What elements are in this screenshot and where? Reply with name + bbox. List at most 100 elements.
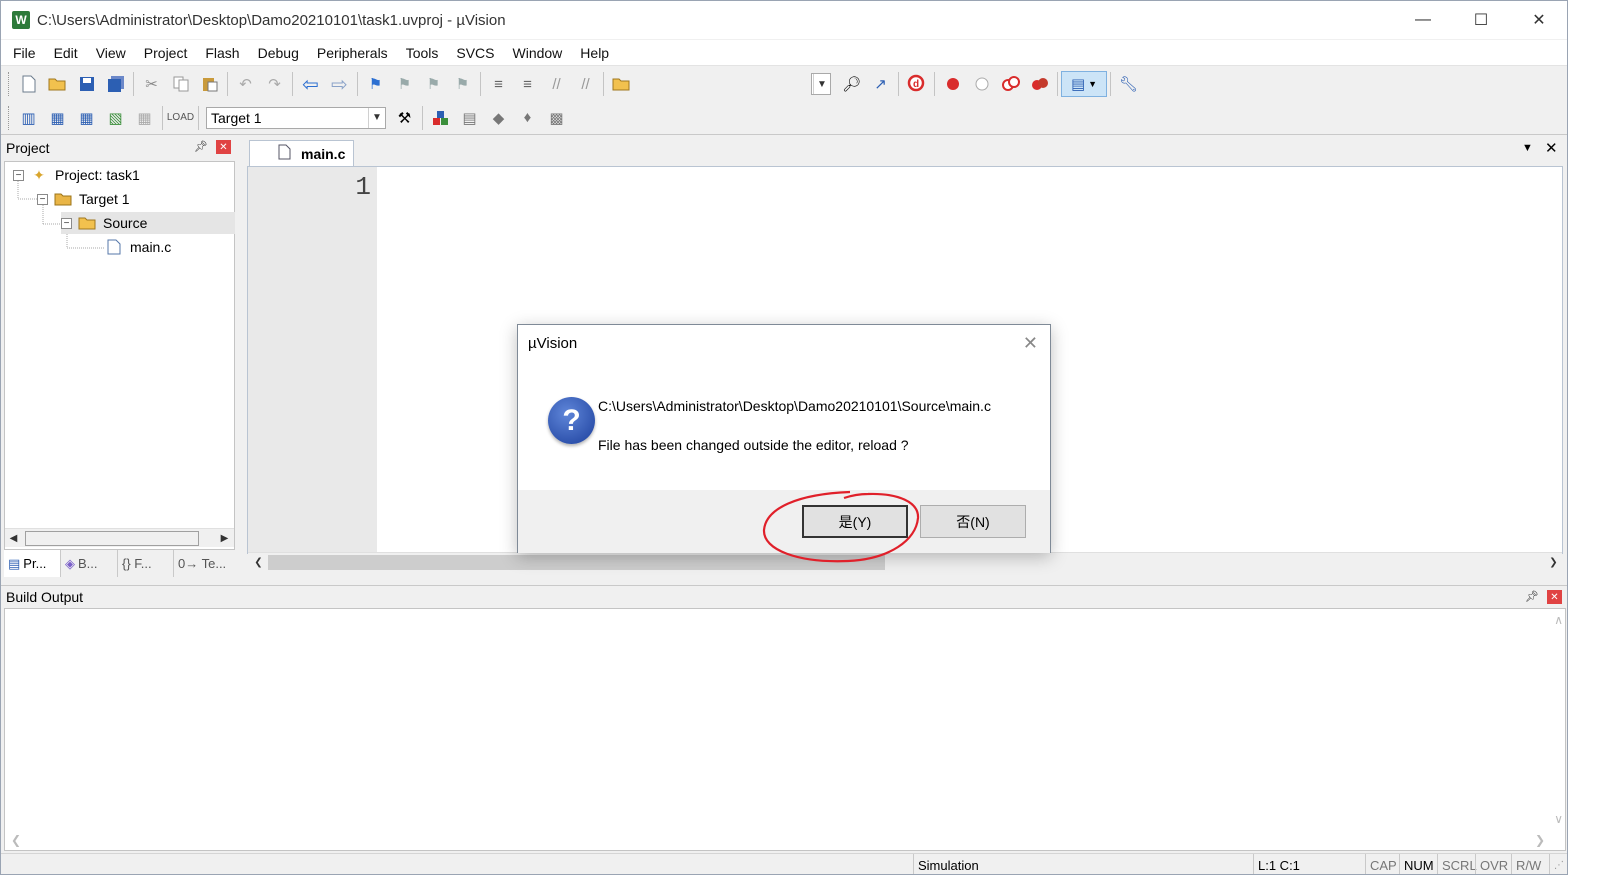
navigate-forward-icon[interactable]: ⇨ xyxy=(325,71,354,97)
tab-books[interactable]: ◈ B... xyxy=(61,550,118,577)
menu-peripherals[interactable]: Peripherals xyxy=(308,45,397,61)
run-time-env-icon[interactable]: ▩ xyxy=(542,105,571,131)
uncomment-icon[interactable]: // xyxy=(571,71,600,97)
app-icon: W xyxy=(12,11,30,29)
new-file-icon[interactable] xyxy=(14,71,43,97)
build-icon[interactable]: ▦ xyxy=(43,105,72,131)
rebuild-icon[interactable]: ▦ xyxy=(72,105,101,131)
pin-icon[interactable]: 📌︎ xyxy=(194,140,208,153)
pin-icon[interactable]: 📌︎ xyxy=(1525,590,1539,603)
window-layout-icon[interactable]: ▤ ▼ xyxy=(1061,71,1107,97)
target-select[interactable]: Target 1 ▼ xyxy=(206,106,386,129)
menu-svcs[interactable]: SVCS xyxy=(447,45,503,61)
tree-item-project[interactable]: − ✦ Project: task1 xyxy=(13,164,140,186)
close-panel-icon[interactable]: ✕ xyxy=(216,140,231,154)
close-button[interactable]: ✕ xyxy=(1510,1,1567,39)
scroll-right-icon[interactable]: ▶ xyxy=(216,529,233,547)
minimize-button[interactable]: — xyxy=(1394,1,1452,39)
kill-all-breakpoints-icon[interactable] xyxy=(1025,71,1054,97)
menu-view[interactable]: View xyxy=(87,45,135,61)
tree-item-target[interactable]: − Target 1 xyxy=(37,188,130,210)
select-software-icon[interactable]: ◆ xyxy=(484,105,513,131)
scroll-right-icon[interactable]: ❯ xyxy=(1535,833,1545,847)
open-file-icon[interactable] xyxy=(43,71,72,97)
scroll-right-icon[interactable]: ❯ xyxy=(1545,553,1562,571)
menu-edit[interactable]: Edit xyxy=(45,45,87,61)
tab-functions[interactable]: {} F... xyxy=(118,550,174,577)
build-output-title: Build Output xyxy=(6,589,84,605)
menu-window[interactable]: Window xyxy=(504,45,572,61)
menu-flash[interactable]: Flash xyxy=(196,45,248,61)
select-packs-icon[interactable]: ▤ xyxy=(455,105,484,131)
tree-item-main-c[interactable]: main.c xyxy=(105,236,171,258)
dialog-close-icon[interactable]: ✕ xyxy=(1023,333,1038,354)
stop-build-icon[interactable]: ▦ xyxy=(130,105,159,131)
chevron-down-icon[interactable]: ▼ xyxy=(368,107,385,128)
toolbar-grip[interactable] xyxy=(8,105,11,130)
build-output-header: Build Output 📌︎ ✕ xyxy=(1,585,1567,608)
save-icon[interactable] xyxy=(72,71,101,97)
options-for-target-icon[interactable]: ⚒ xyxy=(390,105,419,131)
clear-bookmarks-icon[interactable]: ⚑ xyxy=(448,71,477,97)
pack-installer-icon[interactable]: ♦ xyxy=(513,105,542,131)
prev-bookmark-icon[interactable]: ⚑ xyxy=(390,71,419,97)
configure-wrench-icon[interactable]: 🔧︎ xyxy=(1114,71,1143,97)
indent-icon[interactable]: ≡ xyxy=(484,71,513,97)
save-all-icon[interactable] xyxy=(101,71,130,97)
line-number: 1 xyxy=(355,172,371,202)
next-bookmark-icon[interactable]: ⚑ xyxy=(419,71,448,97)
menu-file[interactable]: File xyxy=(1,45,45,61)
no-button[interactable]: 否(N) xyxy=(920,505,1026,538)
maximize-button[interactable]: ☐ xyxy=(1452,1,1510,39)
cut-icon[interactable]: ✂ xyxy=(137,71,166,97)
scroll-thumb[interactable] xyxy=(25,531,199,546)
tab-main-c[interactable]: main.c xyxy=(249,140,354,166)
tab-list-icon[interactable]: ▼ xyxy=(1522,142,1533,154)
copy-icon[interactable] xyxy=(166,71,195,97)
menu-tools[interactable]: Tools xyxy=(397,45,448,61)
collapse-icon[interactable]: − xyxy=(61,217,72,229)
menu-help[interactable]: Help xyxy=(571,45,618,61)
scroll-up-icon[interactable]: ∧ xyxy=(1554,613,1563,627)
toolbar-separator xyxy=(198,105,199,130)
toolbar-grip[interactable] xyxy=(8,72,11,96)
manage-components-icon[interactable] xyxy=(426,105,455,131)
find-in-files-icon[interactable] xyxy=(607,71,636,97)
find-combo[interactable]: ▼ xyxy=(811,73,831,95)
translate-icon[interactable]: ▥ xyxy=(14,105,43,131)
annotation-circle xyxy=(762,490,920,563)
question-icon: ? xyxy=(548,397,595,444)
collapse-icon[interactable]: − xyxy=(13,169,24,181)
close-editor-icon[interactable]: ✕ xyxy=(1545,139,1558,157)
bookmark-icon[interactable]: ⚑ xyxy=(361,71,390,97)
build-output-text[interactable]: ∧ ∨ ❮ ❯ xyxy=(4,608,1566,851)
disable-breakpoint-icon[interactable] xyxy=(967,71,996,97)
batch-build-icon[interactable]: ▧ xyxy=(101,105,130,131)
menu-project[interactable]: Project xyxy=(135,45,197,61)
unindent-icon[interactable]: ≡ xyxy=(513,71,542,97)
redo-icon[interactable]: ↷ xyxy=(260,71,289,97)
scroll-left-icon[interactable]: ❮ xyxy=(11,833,21,847)
debug-session-icon[interactable]: d xyxy=(902,71,931,97)
navigate-back-icon[interactable]: ⇦ xyxy=(296,71,325,97)
tab-project[interactable]: ▤ Pr... xyxy=(4,550,61,577)
breakpoint-icon[interactable] xyxy=(938,71,967,97)
incremental-find-icon[interactable]: ↗ xyxy=(866,71,895,97)
disable-all-breakpoints-icon[interactable] xyxy=(996,71,1025,97)
tree-item-source[interactable]: − Source xyxy=(61,212,235,234)
close-panel-icon[interactable]: ✕ xyxy=(1547,590,1562,604)
project-hscrollbar[interactable]: ◀ ▶ xyxy=(5,528,234,547)
scroll-left-icon[interactable]: ❮ xyxy=(250,553,267,571)
chevron-down-icon[interactable]: ▼ xyxy=(813,74,830,94)
tab-templates[interactable]: 0→ Te... xyxy=(174,550,235,577)
comment-icon[interactable]: // xyxy=(542,71,571,97)
collapse-icon[interactable]: − xyxy=(37,193,48,205)
paste-icon[interactable] xyxy=(195,71,224,97)
find-icon[interactable]: 🔎︎ xyxy=(837,71,866,97)
undo-icon[interactable]: ↶ xyxy=(231,71,260,97)
menu-debug[interactable]: Debug xyxy=(249,45,308,61)
scroll-down-icon[interactable]: ∨ xyxy=(1554,812,1563,826)
resize-grip-icon[interactable]: ⋰ xyxy=(1549,854,1567,874)
scroll-left-icon[interactable]: ◀ xyxy=(5,529,22,547)
download-icon[interactable]: LOAD xyxy=(166,105,195,131)
